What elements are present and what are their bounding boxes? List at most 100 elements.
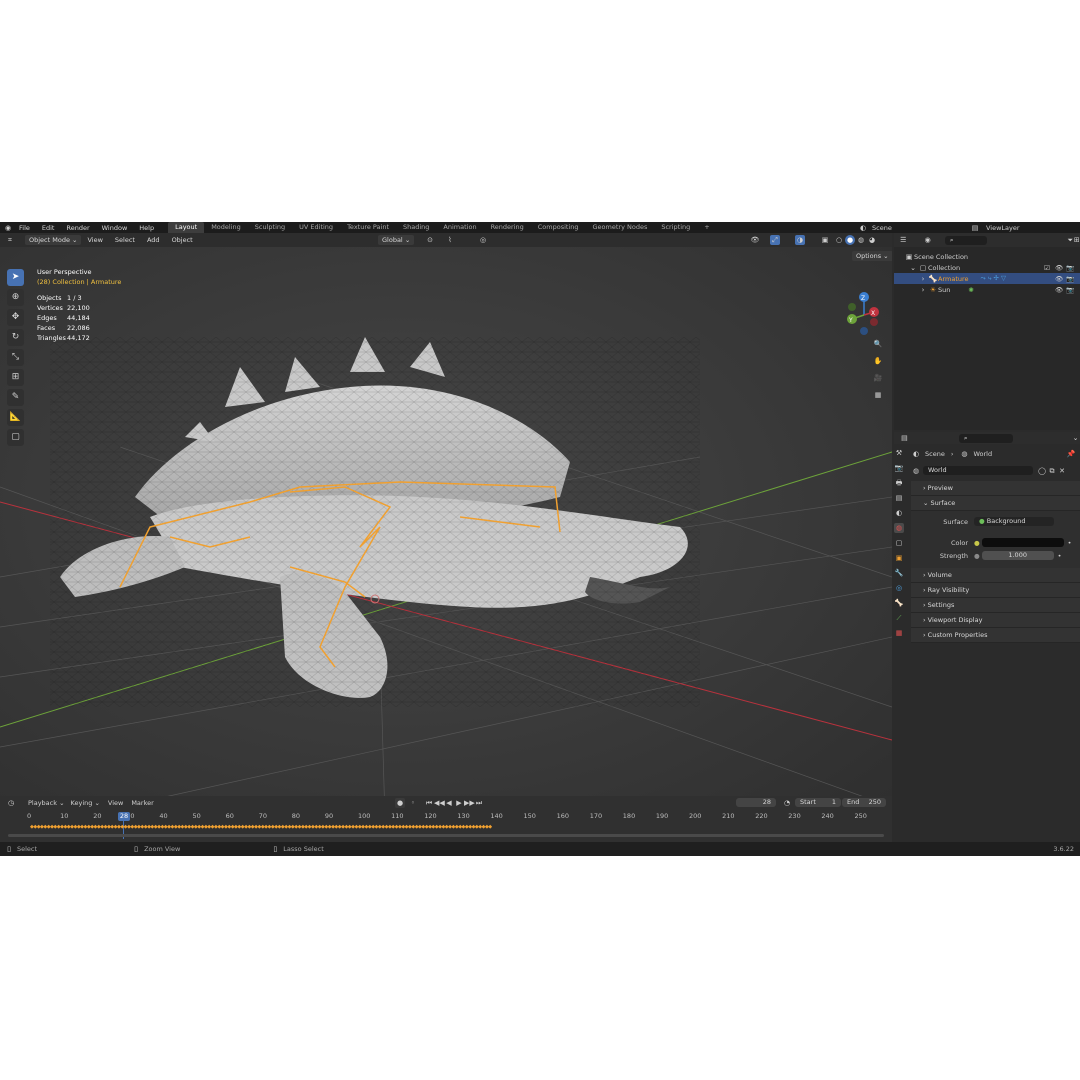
tab-compositing[interactable]: Compositing (531, 222, 586, 233)
menu-file[interactable]: File (13, 224, 36, 232)
clock-icon[interactable]: ◔ (782, 798, 792, 808)
panel-settings[interactable]: › Settings (911, 598, 1080, 613)
add-cube-tool-icon[interactable]: ▢ (7, 429, 24, 446)
next-keyframe-icon[interactable]: ▶▶ (464, 798, 475, 808)
annotate-tool-icon[interactable]: ✎ (7, 389, 24, 406)
menu-add[interactable]: Add (141, 236, 166, 244)
armature-render-icon[interactable]: 📷 (1066, 275, 1074, 283)
scene-collection-row[interactable]: ▣ Scene Collection (894, 251, 1080, 262)
panel-viewport-display[interactable]: › Viewport Display (911, 613, 1080, 628)
tab-uv-editing[interactable]: UV Editing (292, 222, 340, 233)
tab-scripting[interactable]: Scripting (654, 222, 697, 233)
measure-tool-icon[interactable]: 📐 (7, 409, 24, 426)
menu-edit[interactable]: Edit (36, 224, 61, 232)
wireframe-shading-icon[interactable]: ○ (834, 235, 844, 245)
frame-ruler[interactable]: 0 10 20 30 40 50 60 70 80 90 100 110 120 130 140 150 160… (0, 812, 892, 822)
visibility-icon[interactable]: 👁 (750, 235, 760, 245)
display-mode-icon[interactable]: ◉ (924, 235, 931, 245)
timeline-editor-icon[interactable]: ◷ (6, 798, 16, 808)
texture-tab-icon[interactable]: ▦ (894, 628, 904, 638)
tool-tab-icon[interactable]: ⚒ (894, 448, 904, 458)
playback-menu[interactable]: Playback ⌄ (28, 799, 65, 807)
marker-menu[interactable]: Marker (131, 799, 153, 807)
view-layer-selector[interactable]: ▤ ViewLayer (970, 222, 1020, 233)
scale-tool-icon[interactable]: ⤡ (7, 349, 24, 366)
timeline-view-menu[interactable]: View (108, 799, 123, 807)
options-button[interactable]: Options ⌄ (852, 251, 892, 261)
timeline-scrollbar[interactable] (8, 834, 884, 837)
end-frame-field[interactable]: End 250 (842, 798, 886, 807)
outliner-item-armature[interactable]: › 🦴 Armature ⤳ ⤷ ✢ ▽ 👁 📷 (894, 273, 1080, 284)
object-data-tab-icon[interactable]: 🦴 (894, 598, 904, 608)
menu-help[interactable]: Help (133, 224, 160, 232)
rotate-tool-icon[interactable]: ↻ (7, 329, 24, 346)
scene-selector[interactable]: ◐ Scene (858, 222, 892, 233)
overlay-toggle-icon[interactable]: ◑ (795, 235, 805, 245)
sun-visibility-icon[interactable]: 👁 (1055, 286, 1063, 294)
bone-tab-icon[interactable]: ⟋ (894, 613, 904, 623)
tab-shading[interactable]: Shading (396, 222, 436, 233)
camera-icon[interactable]: 🎥 (873, 373, 883, 383)
transform-tool-icon[interactable]: ⊞ (7, 369, 24, 386)
panel-volume[interactable]: › Volume (911, 568, 1080, 583)
properties-options-icon[interactable]: ⌄ (1071, 433, 1080, 443)
proportional-edit-icon[interactable]: ◎ (478, 235, 488, 245)
collection-checkbox[interactable]: ☑ (1044, 264, 1050, 272)
object-tab-icon[interactable]: ▣ (894, 553, 904, 563)
jump-end-icon[interactable]: ⏭ (474, 798, 484, 808)
collection-row[interactable]: ⌄ ▢ Collection ☑ 👁 📷 (894, 262, 1080, 273)
render-tab-icon[interactable]: 📷 (894, 463, 904, 473)
select-tool-icon[interactable]: ➤ (7, 269, 24, 286)
tab-animation[interactable]: Animation (436, 222, 483, 233)
world-datablock-icon[interactable]: ◍ (911, 466, 921, 476)
panel-custom-properties[interactable]: › Custom Properties (911, 628, 1080, 643)
solid-shading-icon[interactable]: ● (845, 235, 855, 245)
add-workspace-button[interactable]: + (697, 222, 716, 233)
move-tool-icon[interactable]: ✥ (7, 309, 24, 326)
armature-visibility-icon[interactable]: 👁 (1055, 275, 1063, 283)
tab-texture-paint[interactable]: Texture Paint (340, 222, 396, 233)
color-swatch[interactable] (981, 538, 1064, 547)
menu-render[interactable]: Render (60, 224, 95, 232)
jump-start-icon[interactable]: ⏮ (424, 798, 434, 808)
pin-icon[interactable]: 📌 (1066, 449, 1076, 459)
panel-preview[interactable]: › Preview (911, 481, 1080, 496)
keyframe-strip[interactable]: ◆◆◆◆◆◆◆◆◆◆◆◆◆◆◆◆◆◆◆◆◆◆◆◆◆◆◆◆◆◆◆◆◆◆◆◆◆◆◆◆… (30, 824, 535, 830)
collection-visibility-icon[interactable]: 👁 (1055, 264, 1063, 272)
collection-tab-icon[interactable]: ▢ (894, 538, 904, 548)
turtle-mesh[interactable] (50, 337, 700, 707)
tab-sculpting[interactable]: Sculpting (248, 222, 292, 233)
outliner-editor-icon[interactable]: ☰ (900, 235, 906, 245)
keying-menu[interactable]: Keying ⌄ (71, 799, 100, 807)
expand-icon[interactable]: › (918, 285, 928, 295)
scene-tab-icon[interactable]: ◐ (894, 508, 904, 518)
play-reverse-icon[interactable]: ◀ (444, 798, 454, 808)
menu-object[interactable]: Object (166, 236, 199, 244)
editor-type-icon[interactable]: ⌗ (5, 235, 15, 245)
sun-render-icon[interactable]: 📷 (1066, 286, 1074, 294)
playhead-label[interactable]: 28 (118, 812, 130, 821)
menu-window[interactable]: Window (96, 224, 134, 232)
rendered-shading-icon[interactable]: ◕ (867, 235, 877, 245)
snap-icon[interactable]: ⌇ (445, 235, 455, 245)
pivot-icon[interactable]: ⊙ (425, 235, 435, 245)
new-collection-icon[interactable]: ⊞ (1074, 235, 1080, 245)
autokey-icon[interactable]: ◦ (408, 798, 418, 808)
expand-icon[interactable]: ⌄ (908, 263, 918, 273)
transform-orientation-dropdown[interactable]: Global ⌄ (378, 235, 415, 245)
expand-icon[interactable]: › (918, 274, 928, 284)
properties-search-input[interactable]: ⌕ (958, 433, 1014, 443)
duplicate-icon[interactable]: ⧉ (1047, 466, 1057, 476)
tab-rendering[interactable]: Rendering (484, 222, 531, 233)
panel-ray-visibility[interactable]: › Ray Visibility (911, 583, 1080, 598)
blender-logo-icon[interactable]: ◉ (3, 223, 13, 233)
outliner-search-input[interactable]: ⌕ (944, 235, 988, 245)
play-icon[interactable]: ▶ (454, 798, 464, 808)
xray-icon[interactable]: ▣ (820, 235, 830, 245)
start-frame-field[interactable]: Start 1 (795, 798, 841, 807)
world-tab-icon[interactable]: ◍ (894, 523, 904, 533)
world-name-field[interactable]: World (923, 466, 1033, 475)
grid-perspective-icon[interactable]: ▦ (873, 390, 883, 400)
menu-select[interactable]: Select (109, 236, 141, 244)
menu-view[interactable]: View (81, 236, 108, 244)
